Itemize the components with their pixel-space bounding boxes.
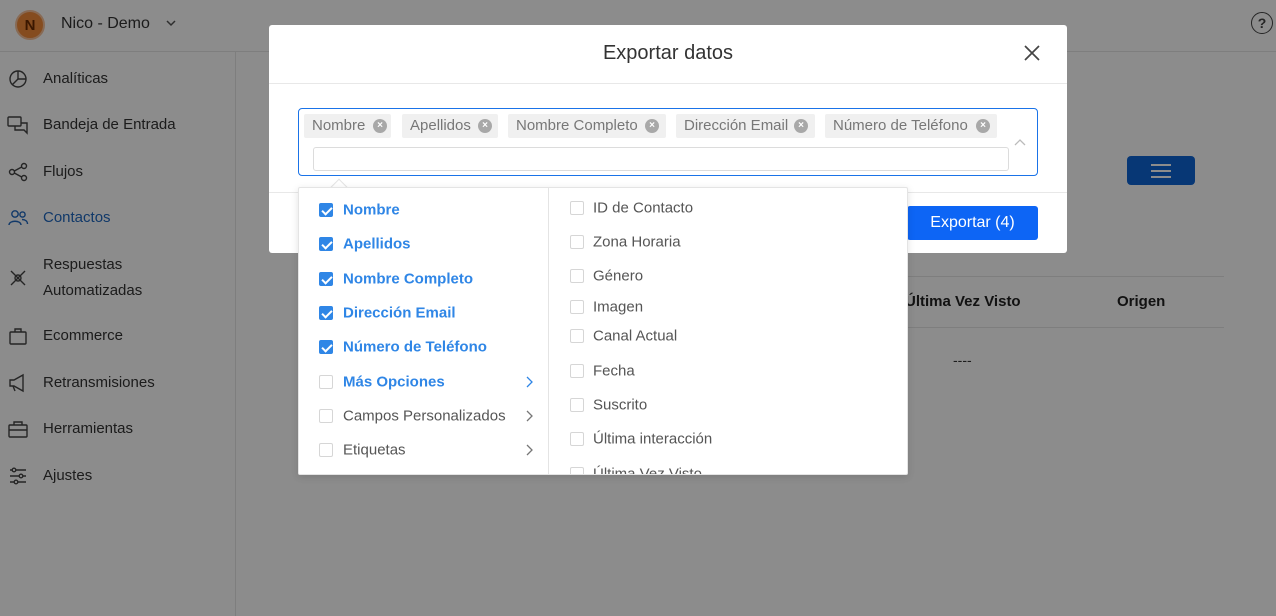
option-label: Nombre Completo bbox=[343, 270, 474, 288]
option-suscrito[interactable]: Suscrito bbox=[550, 390, 907, 420]
tag-close-icon[interactable]: × bbox=[976, 119, 990, 133]
checkbox[interactable] bbox=[319, 409, 333, 423]
option-etiquetas[interactable]: Etiquetas bbox=[299, 433, 548, 467]
option-ultima-vez-visto[interactable]: Última Vez Visto bbox=[550, 459, 907, 474]
checkbox[interactable] bbox=[319, 237, 333, 251]
option-nombre-completo[interactable]: Nombre Completo bbox=[299, 262, 548, 296]
option-label: Nombre bbox=[343, 201, 400, 219]
checkbox[interactable] bbox=[319, 203, 333, 217]
cascader-panel-more: ID de Contacto Zona Horaria Género Image… bbox=[550, 188, 907, 474]
tag-close-icon[interactable]: × bbox=[645, 119, 659, 133]
field-tag: Nombre × bbox=[304, 114, 391, 138]
option-zona-horaria[interactable]: Zona Horaria bbox=[550, 227, 907, 257]
fields-select[interactable]: Nombre × Apellidos × Nombre Completo × D… bbox=[298, 108, 1038, 176]
option-nombre[interactable]: Nombre bbox=[299, 193, 548, 227]
option-label: Dirección Email bbox=[343, 304, 456, 322]
tag-label: Nombre Completo bbox=[516, 117, 638, 134]
checkbox[interactable] bbox=[319, 375, 333, 389]
chevron-right-icon bbox=[526, 410, 533, 422]
tag-label: Número de Teléfono bbox=[833, 117, 968, 134]
option-label: Apellidos bbox=[343, 235, 411, 253]
checkbox[interactable] bbox=[319, 272, 333, 286]
checkbox[interactable] bbox=[319, 340, 333, 354]
field-tag: Apellidos × bbox=[402, 114, 498, 138]
option-canal-actual[interactable]: Canal Actual bbox=[550, 321, 907, 351]
option-label: Número de Teléfono bbox=[343, 338, 487, 356]
option-label: Última Vez Visto bbox=[593, 465, 702, 475]
field-tag: Dirección Email × bbox=[676, 114, 815, 138]
chevron-right-icon bbox=[526, 444, 533, 456]
option-mas-opciones[interactable]: Más Opciones bbox=[299, 365, 548, 399]
tag-close-icon[interactable]: × bbox=[478, 119, 492, 133]
option-fecha[interactable]: Fecha bbox=[550, 356, 907, 386]
option-label: Suscrito bbox=[593, 396, 648, 414]
option-label: Fecha bbox=[593, 362, 635, 380]
option-label: Canal Actual bbox=[593, 327, 678, 345]
option-label: Campos Personalizados bbox=[343, 407, 506, 425]
checkbox[interactable] bbox=[570, 364, 584, 378]
chevron-right-icon bbox=[526, 376, 533, 388]
close-icon[interactable] bbox=[1022, 43, 1042, 63]
checkbox[interactable] bbox=[570, 432, 584, 446]
option-label: Etiquetas bbox=[343, 441, 406, 459]
tag-label: Dirección Email bbox=[684, 117, 789, 134]
field-tag: Nombre Completo × bbox=[508, 114, 666, 138]
tag-label: Nombre bbox=[312, 117, 366, 134]
tag-label: Apellidos bbox=[410, 117, 471, 134]
checkbox[interactable] bbox=[570, 235, 584, 249]
field-tag: Número de Teléfono × bbox=[825, 114, 997, 138]
option-genero[interactable]: Género bbox=[550, 261, 907, 291]
checkbox[interactable] bbox=[570, 300, 584, 314]
checkbox[interactable] bbox=[319, 306, 333, 320]
option-imagen[interactable]: Imagen bbox=[550, 292, 907, 322]
fields-cascader: Nombre Apellidos Nombre Completo Direcci… bbox=[298, 187, 908, 475]
option-ultima-interaccion[interactable]: Última interacción bbox=[550, 424, 907, 454]
option-label: Imagen bbox=[593, 298, 644, 316]
checkbox[interactable] bbox=[570, 329, 584, 343]
tag-close-icon[interactable]: × bbox=[794, 119, 808, 133]
checkbox[interactable] bbox=[570, 467, 584, 474]
option-apellidos[interactable]: Apellidos bbox=[299, 227, 548, 261]
option-label: Última interacción bbox=[593, 430, 713, 448]
modal-title: Exportar datos bbox=[602, 42, 734, 64]
divider bbox=[269, 83, 1067, 84]
search-input[interactable] bbox=[313, 147, 1009, 171]
chevron-up-icon[interactable] bbox=[1013, 137, 1027, 147]
option-id-contacto[interactable]: ID de Contacto bbox=[550, 193, 907, 223]
tag-close-icon[interactable]: × bbox=[373, 119, 387, 133]
cascader-panel-main: Nombre Apellidos Nombre Completo Direcci… bbox=[299, 188, 549, 474]
option-campos-personalizados[interactable]: Campos Personalizados bbox=[299, 399, 548, 433]
option-direccion-email[interactable]: Dirección Email bbox=[299, 296, 548, 330]
option-label: ID de Contacto bbox=[593, 199, 694, 217]
checkbox[interactable] bbox=[570, 201, 584, 215]
checkbox[interactable] bbox=[570, 398, 584, 412]
option-label: Género bbox=[593, 267, 644, 285]
checkbox[interactable] bbox=[319, 443, 333, 457]
export-button[interactable]: Exportar (4) bbox=[907, 206, 1038, 240]
checkbox[interactable] bbox=[570, 269, 584, 283]
option-numero-telefono[interactable]: Número de Teléfono bbox=[299, 330, 548, 364]
option-label: Más Opciones bbox=[343, 373, 445, 391]
option-label: Zona Horaria bbox=[593, 233, 681, 251]
